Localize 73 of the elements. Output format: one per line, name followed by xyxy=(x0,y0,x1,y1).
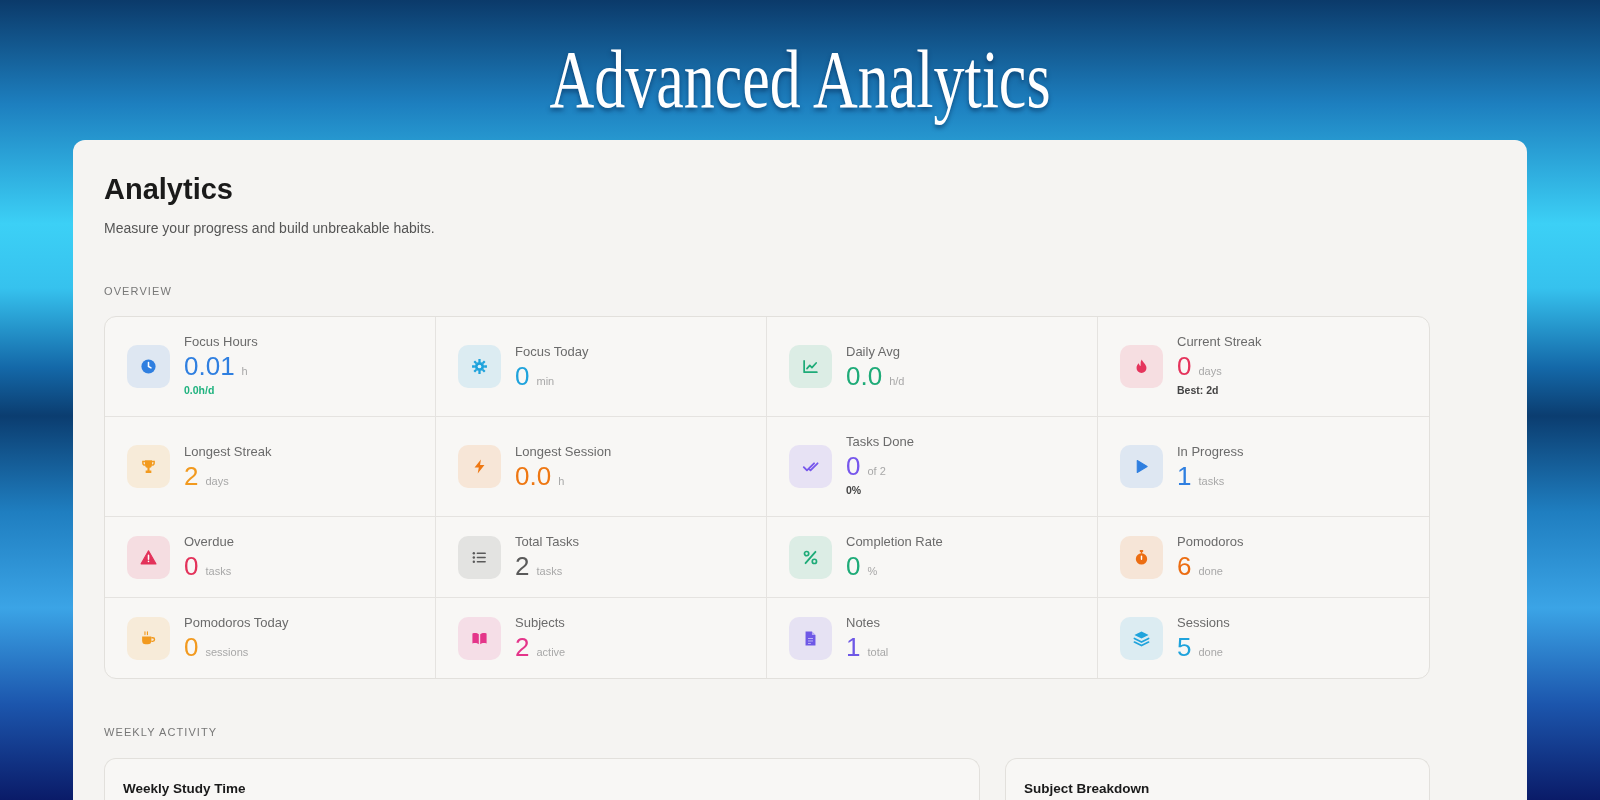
stat-unit: min xyxy=(536,373,555,389)
stat-unit: days xyxy=(1198,364,1222,379)
stat-label: Completion Rate xyxy=(846,534,943,550)
stat-unit: of 2 xyxy=(867,464,886,479)
flame-icon xyxy=(1120,345,1163,388)
clock-icon xyxy=(127,345,170,388)
trophy-icon xyxy=(127,445,170,488)
stat-value: 6 xyxy=(1177,552,1192,580)
stat-value: 1 xyxy=(1177,461,1192,490)
stat-note: 0% xyxy=(846,483,863,498)
layers-icon xyxy=(1120,616,1163,660)
stat-label: Notes xyxy=(846,615,881,631)
stat-value: 0 xyxy=(184,633,199,661)
stat-value: 0.01 xyxy=(184,352,235,380)
stat-note: Best: 2d xyxy=(1177,383,1220,398)
stat-unit: sessions xyxy=(205,645,249,660)
page-title: Analytics xyxy=(104,172,234,207)
stat-label: Overdue xyxy=(184,534,234,550)
stat-label: Longest Session xyxy=(515,443,612,460)
section-heading: OVERVIEW xyxy=(104,284,173,299)
stat-value: 2 xyxy=(515,552,530,580)
stat-unit: done xyxy=(1198,645,1223,660)
stat-unit: tasks xyxy=(205,564,232,579)
document-icon xyxy=(789,616,832,660)
gear-icon xyxy=(458,345,501,388)
stat-unit: done xyxy=(1198,564,1223,579)
stat-value: 0 xyxy=(515,361,530,390)
book-icon xyxy=(458,616,501,660)
stat-label: Current Streak xyxy=(1177,334,1262,350)
stat-label: Longest Streak xyxy=(184,443,272,460)
stat-label: Tasks Done xyxy=(846,434,914,450)
stat-unit: h xyxy=(241,364,248,379)
section-heading: WEEKLY ACTIVITY xyxy=(104,725,219,740)
stat-value: 1 xyxy=(846,633,861,661)
page-subtitle: Measure your progress and build unbreakable habits. xyxy=(104,219,436,238)
mug-icon xyxy=(127,616,170,660)
stat-label: Focus Hours xyxy=(184,334,258,350)
stat-value: 0.0 xyxy=(846,361,883,390)
stat-unit: active xyxy=(536,645,566,660)
lightning-bolt-icon xyxy=(458,445,501,488)
stat-unit: h xyxy=(558,473,565,489)
stat-label: Pomodoros xyxy=(1177,534,1244,550)
stat-unit: tasks xyxy=(536,564,563,579)
stat-label: Total Tasks xyxy=(515,534,580,550)
stat-value: 0 xyxy=(184,552,199,580)
stat-note: 0.0h/d xyxy=(184,383,216,398)
stat-value: 0 xyxy=(1177,352,1192,380)
stat-label: Daily Avg xyxy=(846,343,901,360)
stat-value: 2 xyxy=(184,461,199,490)
list-icon xyxy=(458,535,501,579)
stat-value: 0.0 xyxy=(515,461,552,490)
warning-icon xyxy=(127,535,170,579)
stat-unit: days xyxy=(205,473,229,489)
stopwatch-icon xyxy=(1120,535,1163,579)
card-title: Subject Breakdown xyxy=(1024,780,1151,798)
stat-unit: % xyxy=(867,564,878,579)
stat-unit: total xyxy=(867,645,889,660)
stat-label: Sessions xyxy=(1177,615,1230,631)
stat-label: Subjects xyxy=(515,615,566,631)
stat-value: 2 xyxy=(515,633,530,661)
stat-unit: tasks xyxy=(1198,473,1225,489)
stat-value: 5 xyxy=(1177,633,1192,661)
percent-icon xyxy=(789,535,832,579)
stat-value: 0 xyxy=(846,552,861,580)
stat-label: In Progress xyxy=(1177,443,1244,460)
stat-value: 0 xyxy=(846,452,861,480)
play-icon xyxy=(1120,445,1163,488)
stat-label: Pomodoros Today xyxy=(184,615,289,631)
double-check-icon xyxy=(789,445,832,488)
stat-label: Focus Today xyxy=(515,343,589,360)
card-title: Weekly Study Time xyxy=(123,780,247,798)
banner-title: Advanced Analytics xyxy=(549,33,1051,125)
stat-unit: h/d xyxy=(889,373,905,389)
